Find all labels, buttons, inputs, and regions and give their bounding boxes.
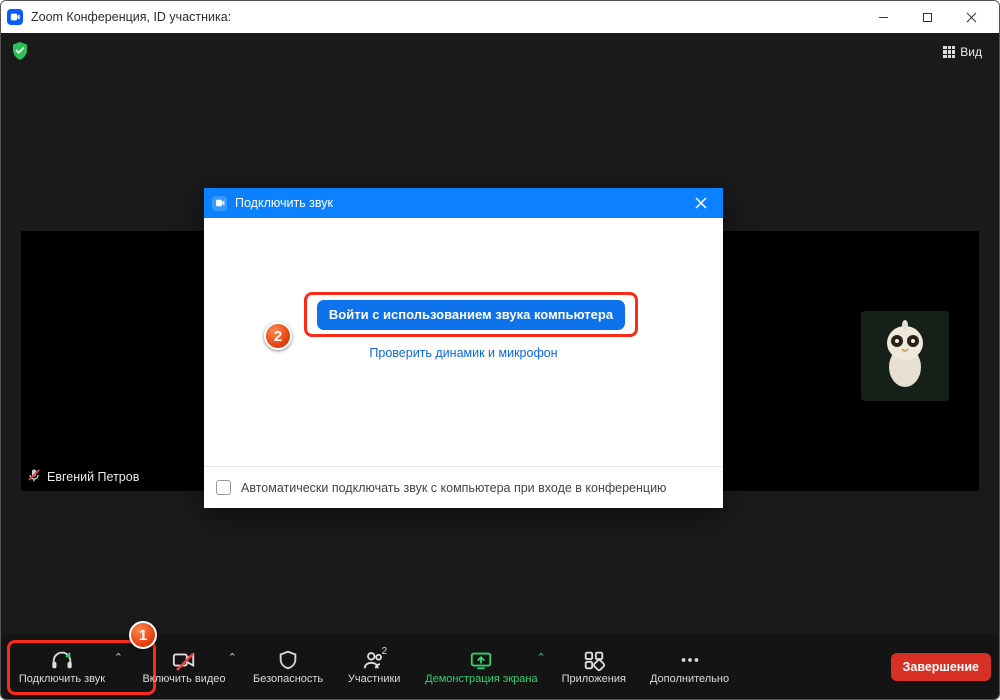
- participants-count: 2: [382, 646, 388, 657]
- share-screen-button[interactable]: Демонстрация экрана ⌃: [415, 645, 547, 689]
- zoom-small-icon: [212, 196, 227, 211]
- chevron-up-icon[interactable]: ⌃: [228, 651, 237, 664]
- security-label: Безопасность: [253, 673, 323, 685]
- more-button[interactable]: Дополнительно: [640, 645, 739, 689]
- participant-avatar: [861, 311, 949, 401]
- window-controls: [861, 1, 993, 33]
- shield-icon: [275, 649, 301, 671]
- app-window: Zoom Конференция, ID участника: Вид: [0, 0, 1000, 700]
- bottom-toolbar: 1 Подключить звук ⌃ Включить видео ⌃ Без…: [1, 635, 999, 699]
- audio-label: Подключить звук: [19, 673, 105, 685]
- join-audio-button[interactable]: Подключить звук ⌃: [5, 645, 125, 689]
- participants-label: Участники: [348, 673, 401, 685]
- end-meeting-button[interactable]: Завершение: [891, 653, 991, 681]
- auto-connect-checkbox[interactable]: [216, 480, 231, 495]
- dialog-body: Войти с использованием звука компьютера …: [204, 218, 723, 466]
- dialog-titlebar: Подключить звук: [204, 188, 723, 218]
- dialog-close-button[interactable]: [687, 188, 715, 218]
- grid-icon: [943, 46, 955, 58]
- participants-button[interactable]: 2 Участники: [337, 645, 411, 689]
- auto-connect-label: Автоматически подключать звук с компьюте…: [241, 481, 666, 495]
- zoom-app-icon: [7, 9, 23, 25]
- window-title: Zoom Конференция, ID участника:: [31, 10, 231, 24]
- chevron-up-icon[interactable]: ⌃: [114, 651, 123, 664]
- view-button[interactable]: Вид: [936, 41, 989, 63]
- maximize-button[interactable]: [905, 1, 949, 33]
- dialog-footer: Автоматически подключать звук с компьюте…: [204, 466, 723, 508]
- video-camera-icon: [171, 649, 197, 671]
- meeting-area: Вид Евгений Петров: [1, 33, 999, 635]
- apps-button[interactable]: Приложения: [552, 645, 636, 689]
- titlebar: Zoom Конференция, ID участника:: [1, 1, 999, 33]
- apps-icon: [581, 649, 607, 671]
- share-screen-icon: [468, 649, 494, 671]
- more-icon: [677, 649, 703, 671]
- headphones-icon: [49, 649, 75, 671]
- more-label: Дополнительно: [650, 673, 729, 685]
- join-audio-dialog: Подключить звук Войти с использованием з…: [204, 188, 723, 508]
- participant-name: Евгений Петров: [47, 470, 139, 484]
- share-label: Демонстрация экрана: [425, 673, 537, 685]
- view-label: Вид: [960, 45, 982, 59]
- annotation-highlight-2: Войти с использованием звука компьютера: [304, 292, 638, 337]
- close-button[interactable]: [949, 1, 993, 33]
- muted-microphone-icon: [27, 468, 41, 485]
- dialog-title: Подключить звук: [235, 196, 333, 210]
- security-button[interactable]: Безопасность: [243, 645, 333, 689]
- video-label: Включить видео: [142, 673, 225, 685]
- participant-name-badge: Евгений Петров: [27, 468, 139, 485]
- chevron-up-icon[interactable]: ⌃: [536, 651, 545, 664]
- join-computer-audio-button[interactable]: Войти с использованием звука компьютера: [317, 300, 625, 330]
- test-speaker-mic-link[interactable]: Проверить динамик и микрофон: [204, 346, 723, 360]
- encryption-shield-icon[interactable]: [11, 41, 29, 61]
- apps-label: Приложения: [562, 673, 626, 685]
- start-video-button[interactable]: Включить видео ⌃: [129, 645, 239, 689]
- minimize-button[interactable]: [861, 1, 905, 33]
